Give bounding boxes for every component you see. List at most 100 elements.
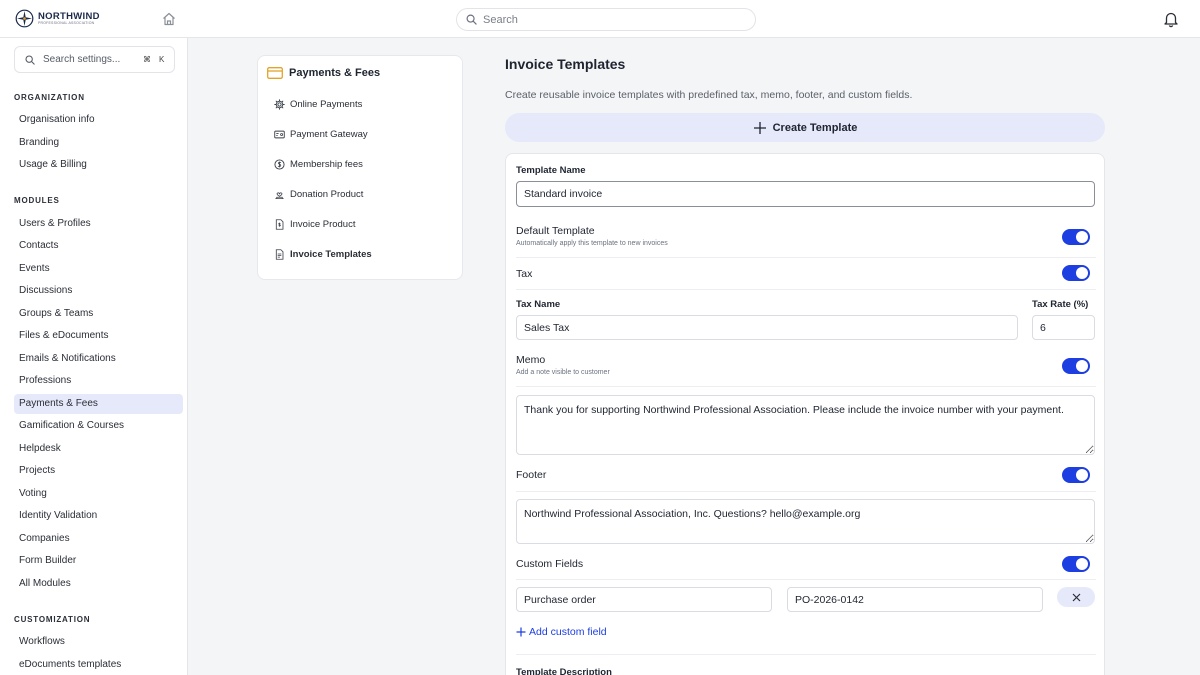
search-icon bbox=[25, 54, 35, 65]
default-template-hint: Automatically apply this template to new… bbox=[516, 240, 668, 247]
memo-textarea[interactable]: Thank you for supporting Northwind Profe… bbox=[516, 395, 1095, 455]
shortcut-key-cmd: ⌘ bbox=[143, 55, 151, 64]
footer-textarea[interactable]: Northwind Professional Association, Inc.… bbox=[516, 499, 1095, 544]
sidebar-item-voting[interactable]: Voting bbox=[14, 484, 183, 504]
brand-name: NORTHWIND bbox=[38, 10, 100, 22]
gear-icon bbox=[274, 99, 285, 110]
home-icon[interactable] bbox=[161, 11, 177, 27]
sidebar-item-organisation-info[interactable]: Organisation info bbox=[14, 110, 183, 130]
sidebar-item-events[interactable]: Events bbox=[14, 259, 183, 279]
top-bar: NORTHWIND PROFESSIONAL ASSOCIATION bbox=[0, 0, 1200, 38]
bell-icon[interactable] bbox=[1162, 10, 1180, 28]
template-name-input[interactable] bbox=[516, 181, 1095, 207]
section-heading-customization: CUSTOMIZATION bbox=[14, 615, 91, 624]
default-template-label: Default Template bbox=[516, 225, 595, 237]
add-custom-field-link[interactable]: Add custom field bbox=[516, 626, 607, 638]
divider bbox=[516, 579, 1096, 580]
logo[interactable]: NORTHWIND PROFESSIONAL ASSOCIATION bbox=[15, 9, 100, 28]
template-form-card: Template Name Default Template Automatic… bbox=[505, 153, 1105, 675]
tax-name-label: Tax Name bbox=[516, 299, 561, 310]
subnav-label: Membership fees bbox=[290, 159, 363, 170]
page-description: Create reusable invoice templates with p… bbox=[505, 89, 913, 101]
subnav-item-invoice-templates[interactable]: Invoice Templates bbox=[274, 249, 372, 260]
settings-sidebar: ⌘ K ORGANIZATION Organisation info Brand… bbox=[0, 38, 188, 675]
brand-subtitle: PROFESSIONAL ASSOCIATION bbox=[38, 21, 95, 25]
remove-custom-field-button[interactable] bbox=[1057, 587, 1095, 607]
divider bbox=[516, 289, 1096, 290]
subnav-item-online-payments[interactable]: Online Payments bbox=[274, 99, 362, 110]
credit-card-icon bbox=[267, 67, 283, 79]
tax-toggle[interactable] bbox=[1062, 265, 1090, 281]
tax-rate-input[interactable] bbox=[1032, 315, 1095, 340]
sidebar-item-companies[interactable]: Companies bbox=[14, 529, 183, 549]
create-template-button[interactable]: Create Template bbox=[505, 113, 1105, 142]
sidebar-item-payments-fees[interactable]: Payments & Fees bbox=[14, 394, 183, 414]
subnav-item-invoice-product[interactable]: Invoice Product bbox=[274, 219, 355, 230]
document-icon bbox=[275, 249, 284, 260]
subnav-item-donation-product[interactable]: Donation Product bbox=[274, 189, 363, 200]
divider bbox=[516, 491, 1096, 492]
settings-search-input[interactable] bbox=[43, 54, 133, 65]
subnav-header: Payments & Fees bbox=[267, 67, 380, 79]
subnav-label: Online Payments bbox=[290, 99, 363, 110]
sidebar-item-usage-billing[interactable]: Usage & Billing bbox=[14, 155, 183, 175]
sidebar-item-contacts[interactable]: Contacts bbox=[14, 236, 183, 256]
divider bbox=[516, 386, 1096, 387]
default-template-toggle[interactable] bbox=[1062, 229, 1090, 245]
template-name-label: Template Name bbox=[516, 165, 586, 176]
hand-heart-icon bbox=[275, 192, 284, 200]
plus-icon bbox=[516, 627, 526, 637]
sidebar-item-gamification-courses[interactable]: Gamification & Courses bbox=[14, 416, 183, 436]
global-search[interactable] bbox=[456, 8, 756, 31]
template-description-label: Template Description bbox=[516, 667, 612, 675]
footer-label: Footer bbox=[516, 469, 547, 481]
divider bbox=[516, 654, 1096, 655]
sidebar-item-all-modules[interactable]: All Modules bbox=[14, 574, 183, 594]
sidebar-item-branding[interactable]: Branding bbox=[14, 133, 183, 153]
compass-logo-icon bbox=[15, 9, 34, 28]
tax-label: Tax bbox=[516, 268, 533, 280]
subnav-item-payment-gateway[interactable]: Payment Gateway bbox=[274, 129, 368, 140]
keyboard-shortcut: ⌘ K bbox=[143, 55, 164, 64]
sidebar-item-helpdesk[interactable]: Helpdesk bbox=[14, 439, 183, 459]
sidebar-item-identity-validation[interactable]: Identity Validation bbox=[14, 506, 183, 526]
sidebar-item-discussions[interactable]: Discussions bbox=[14, 281, 183, 301]
dollar-circle-icon bbox=[274, 159, 285, 170]
sidebar-item-emails-notifications[interactable]: Emails & Notifications bbox=[14, 349, 183, 369]
section-heading-modules: MODULES bbox=[14, 196, 60, 205]
sidebar-item-workflows[interactable]: Workflows bbox=[14, 632, 183, 652]
subnav-label: Donation Product bbox=[290, 189, 364, 200]
subnav-item-membership-fees[interactable]: Membership fees bbox=[274, 159, 363, 170]
settings-search[interactable]: ⌘ K bbox=[14, 46, 175, 73]
global-search-input[interactable] bbox=[483, 13, 733, 26]
sidebar-item-files-edocuments[interactable]: Files & eDocuments bbox=[14, 326, 183, 346]
sidebar-item-edocuments-templates[interactable]: eDocuments templates bbox=[14, 655, 183, 675]
sidebar-item-projects[interactable]: Projects bbox=[14, 461, 183, 481]
sidebar-item-form-builder[interactable]: Form Builder bbox=[14, 551, 183, 571]
footer-toggle[interactable] bbox=[1062, 467, 1090, 483]
memo-hint: Add a note visible to customer bbox=[516, 369, 610, 376]
invoice-dollar-icon bbox=[275, 219, 284, 230]
create-template-label: Create Template bbox=[772, 121, 858, 134]
sidebar-item-professions[interactable]: Professions bbox=[14, 371, 183, 391]
tax-rate-label: Tax Rate (%) bbox=[1032, 299, 1089, 310]
tax-name-input[interactable] bbox=[516, 315, 1018, 340]
custom-fields-toggle[interactable] bbox=[1062, 556, 1090, 572]
close-icon bbox=[1072, 593, 1080, 601]
custom-field-key-input[interactable] bbox=[516, 587, 772, 612]
sidebar-item-users-profiles[interactable]: Users & Profiles bbox=[14, 214, 183, 234]
shortcut-key-k: K bbox=[159, 55, 165, 64]
add-custom-field-label: Add custom field bbox=[529, 626, 607, 638]
memo-toggle[interactable] bbox=[1062, 358, 1090, 374]
page-title: Invoice Templates bbox=[505, 56, 626, 72]
section-heading-organization: ORGANIZATION bbox=[14, 93, 85, 102]
subnav-title: Payments & Fees bbox=[289, 67, 381, 79]
custom-field-value-input[interactable] bbox=[787, 587, 1043, 612]
card-icon bbox=[274, 130, 285, 139]
divider bbox=[516, 257, 1096, 258]
payments-subnav: Payments & Fees Online Payments Payment … bbox=[257, 55, 463, 280]
sidebar-item-groups-teams[interactable]: Groups & Teams bbox=[14, 304, 183, 324]
search-icon bbox=[466, 14, 477, 25]
memo-label: Memo bbox=[516, 354, 546, 366]
plus-icon bbox=[753, 121, 766, 134]
